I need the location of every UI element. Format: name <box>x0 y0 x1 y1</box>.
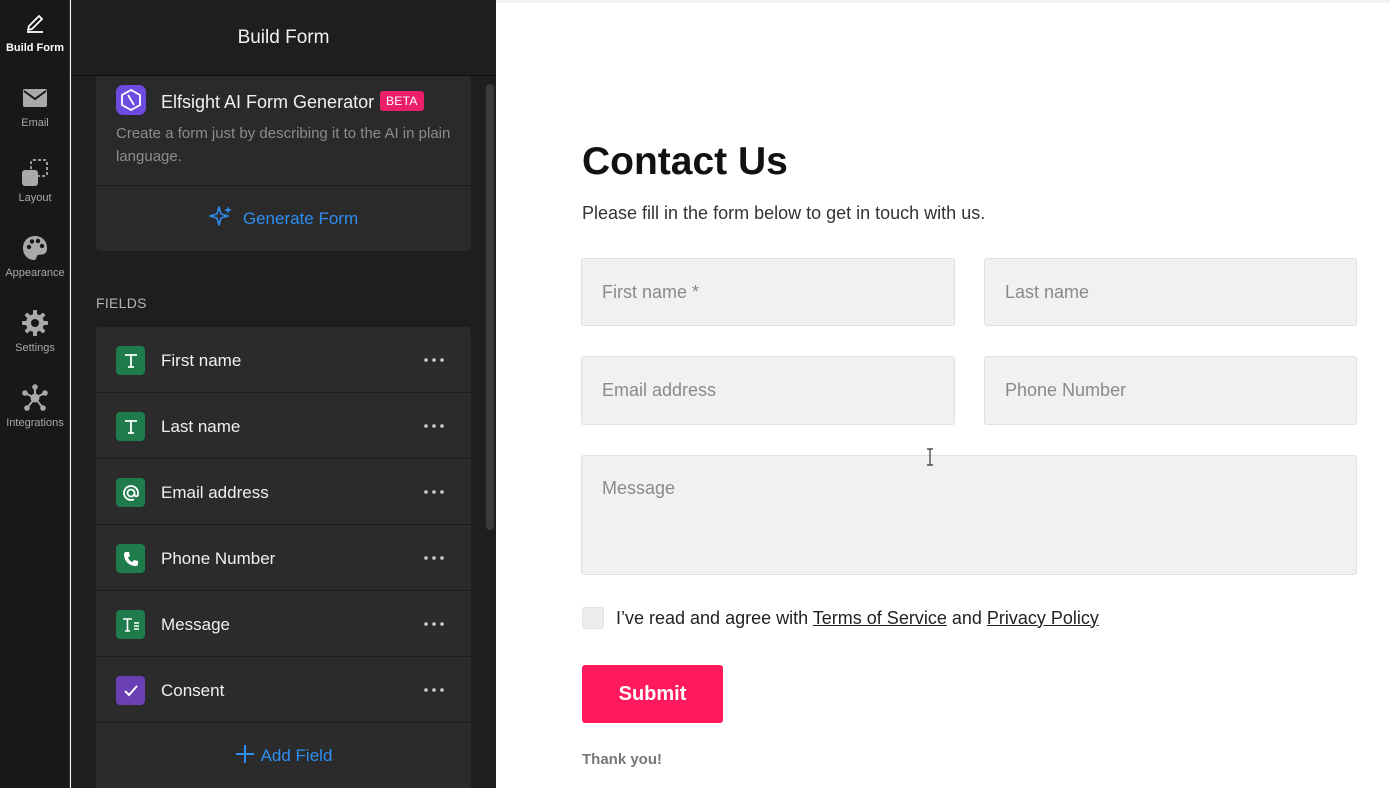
field-row-last-name[interactable]: Last name <box>96 393 471 459</box>
rail-item-label: Appearance <box>5 267 65 279</box>
field-list: First name Last name Email address Phone… <box>96 327 471 788</box>
field-name: Email address <box>161 483 269 502</box>
beta-badge: BETA <box>380 91 424 111</box>
ai-logo-icon <box>116 85 146 115</box>
text-cursor-icon <box>926 448 934 466</box>
consent-middle: and <box>946 607 987 628</box>
phone-icon <box>116 544 145 573</box>
rail-item-label: Build Form <box>5 42 65 54</box>
field-name: Phone Number <box>161 549 276 568</box>
field-name: Consent <box>161 681 225 700</box>
gear-icon <box>20 308 50 338</box>
text-field-icon <box>116 346 145 375</box>
field-row-email-address[interactable]: Email address <box>96 459 471 525</box>
icon-rail: Build Form Email Layout Appearance Setti… <box>0 0 70 788</box>
palette-icon <box>20 233 50 263</box>
rail-item-settings[interactable]: Settings <box>0 300 70 370</box>
message-textarea[interactable] <box>581 455 1357 575</box>
more-options-icon[interactable] <box>416 477 451 507</box>
rail-item-integrations[interactable]: Integrations <box>0 375 70 445</box>
generate-form-label: Generate Form <box>242 208 359 228</box>
more-options-icon[interactable] <box>416 675 451 705</box>
pencil-icon <box>20 8 50 38</box>
field-row-message[interactable]: Message <box>96 591 471 657</box>
submit-button[interactable]: Submit <box>582 665 723 723</box>
rail-item-appearance[interactable]: Appearance <box>0 225 70 295</box>
fields-section-label: FIELDS <box>96 295 147 311</box>
field-row-phone-number[interactable]: Phone Number <box>96 525 471 591</box>
privacy-policy-link[interactable]: Privacy Policy <box>987 608 1099 628</box>
textarea-icon <box>116 610 145 639</box>
field-name: Last name <box>161 417 241 436</box>
thank-you-text: Thank you! <box>582 751 663 768</box>
generate-form-button[interactable]: Generate Form <box>96 186 471 251</box>
consent-checkbox[interactable] <box>582 607 604 629</box>
ai-generator-card: Elfsight AI Form Generator BETA Create a… <box>96 76 471 251</box>
ai-generator-description: Create a form just by describing it to t… <box>116 125 451 165</box>
plus-icon <box>235 744 255 769</box>
panel-scrollbar[interactable] <box>486 84 494 530</box>
form-subtitle: Please fill in the form below to get in … <box>582 203 986 223</box>
add-field-label: Add Field <box>260 746 333 765</box>
at-sign-icon <box>116 478 145 507</box>
envelope-icon <box>20 83 50 113</box>
rail-item-label: Integrations <box>6 417 64 429</box>
integrations-icon <box>20 383 50 413</box>
more-options-icon[interactable] <box>416 411 451 441</box>
rail-item-label: Email <box>21 117 49 129</box>
terms-of-service-link[interactable]: Terms of Service <box>813 608 947 628</box>
panel-header: Build Form <box>71 0 496 76</box>
form-title: Contact Us <box>582 140 788 183</box>
layout-icon <box>20 158 50 188</box>
rail-item-build-form[interactable]: Build Form <box>0 0 70 70</box>
last-name-input[interactable] <box>984 258 1357 326</box>
first-name-input[interactable] <box>581 258 955 326</box>
form-preview: Contact Us Please fill in the form below… <box>496 0 1390 788</box>
add-field-button[interactable]: Add Field <box>96 723 471 788</box>
consent-row: I’ve read and agree with Terms of Servic… <box>582 607 1099 629</box>
phone-input[interactable] <box>984 356 1357 425</box>
sparkle-icon <box>209 204 233 233</box>
rail-item-label: Layout <box>18 192 52 204</box>
field-name: First name <box>161 351 242 370</box>
ai-generator-header: Elfsight AI Form Generator BETA Create a… <box>96 76 471 186</box>
more-options-icon[interactable] <box>416 345 451 375</box>
rail-item-layout[interactable]: Layout <box>0 150 70 220</box>
ai-generator-title: Elfsight AI Form Generator <box>161 92 375 112</box>
checkbox-icon <box>116 676 145 705</box>
email-input[interactable] <box>581 356 955 425</box>
rail-item-label: Settings <box>15 342 55 354</box>
field-row-first-name[interactable]: First name <box>96 327 471 393</box>
rail-item-email[interactable]: Email <box>0 75 70 145</box>
text-field-icon <box>116 412 145 441</box>
panel-title: Build Form <box>237 26 330 48</box>
consent-prefix: I’ve read and agree with <box>616 607 813 628</box>
more-options-icon[interactable] <box>416 609 451 639</box>
consent-text: I’ve read and agree with Terms of Servic… <box>616 608 1099 629</box>
more-options-icon[interactable] <box>416 543 451 573</box>
field-name: Message <box>161 615 230 634</box>
field-row-consent[interactable]: Consent <box>96 657 471 723</box>
